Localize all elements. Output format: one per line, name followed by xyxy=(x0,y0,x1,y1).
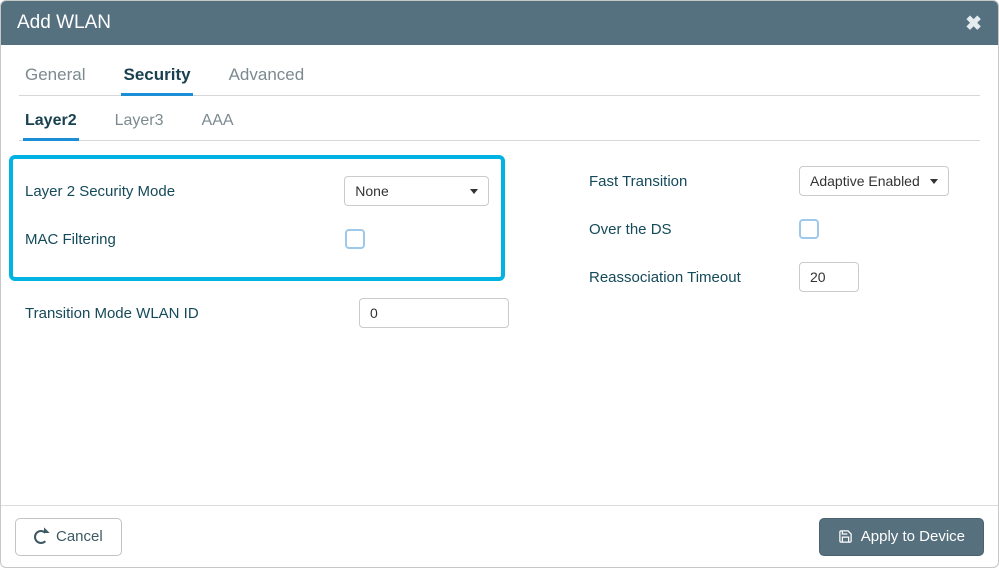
subtab-layer3[interactable]: Layer3 xyxy=(113,106,166,141)
tab-security[interactable]: Security xyxy=(121,59,192,96)
row-transition-mode: Transition Mode WLAN ID xyxy=(19,293,509,333)
chevron-down-icon xyxy=(470,189,478,194)
cancel-button[interactable]: Cancel xyxy=(15,518,122,556)
subtab-layer2[interactable]: Layer2 xyxy=(23,106,79,141)
input-transition-mode[interactable] xyxy=(359,298,509,328)
sub-tabs: Layer2 Layer3 AAA xyxy=(19,106,980,141)
cancel-button-label: Cancel xyxy=(56,528,103,545)
tab-advanced[interactable]: Advanced xyxy=(227,59,307,96)
modal-header: Add WLAN ✖ xyxy=(1,1,998,45)
row-fast-transition: Fast Transition Adaptive Enabled xyxy=(589,161,980,201)
apply-button[interactable]: Apply to Device xyxy=(819,518,984,556)
add-wlan-modal: Add WLAN ✖ General Security Advanced Lay… xyxy=(0,0,999,568)
checkbox-over-ds[interactable] xyxy=(799,219,819,239)
label-over-ds: Over the DS xyxy=(589,221,799,238)
save-icon xyxy=(838,529,853,544)
form-left-column: Layer 2 Security Mode None MAC Filtering… xyxy=(19,155,509,341)
row-mac-filtering: MAC Filtering xyxy=(25,219,489,259)
tab-general[interactable]: General xyxy=(23,59,87,96)
select-fast-transition[interactable]: Adaptive Enabled xyxy=(799,166,949,196)
revert-icon xyxy=(34,530,48,544)
select-security-mode[interactable]: None xyxy=(344,176,489,206)
main-tabs: General Security Advanced xyxy=(19,59,980,96)
label-transition-mode: Transition Mode WLAN ID xyxy=(25,305,359,322)
row-security-mode: Layer 2 Security Mode None xyxy=(25,171,489,211)
input-reassoc-timeout[interactable] xyxy=(799,262,859,292)
modal-title: Add WLAN xyxy=(17,12,111,34)
modal-footer: Cancel Apply to Device xyxy=(1,505,998,567)
row-reassoc-timeout: Reassociation Timeout xyxy=(589,257,980,297)
label-reassoc-timeout: Reassociation Timeout xyxy=(589,269,799,286)
select-security-mode-value: None xyxy=(355,183,388,199)
modal-body: General Security Advanced Layer2 Layer3 … xyxy=(1,45,998,505)
chevron-down-icon xyxy=(930,179,938,184)
highlight-box: Layer 2 Security Mode None MAC Filtering xyxy=(9,155,505,281)
checkbox-mac-filtering[interactable] xyxy=(345,229,365,249)
form-right-column: Fast Transition Adaptive Enabled Over th… xyxy=(509,155,980,341)
row-over-ds: Over the DS xyxy=(589,209,980,249)
apply-button-label: Apply to Device xyxy=(861,528,965,545)
select-fast-transition-value: Adaptive Enabled xyxy=(810,173,920,189)
subtab-aaa[interactable]: AAA xyxy=(200,106,236,141)
label-mac-filtering: MAC Filtering xyxy=(25,231,345,248)
label-fast-transition: Fast Transition xyxy=(589,173,799,190)
label-security-mode: Layer 2 Security Mode xyxy=(25,183,344,200)
form-area: Layer 2 Security Mode None MAC Filtering… xyxy=(19,141,980,341)
close-icon[interactable]: ✖ xyxy=(965,11,982,36)
